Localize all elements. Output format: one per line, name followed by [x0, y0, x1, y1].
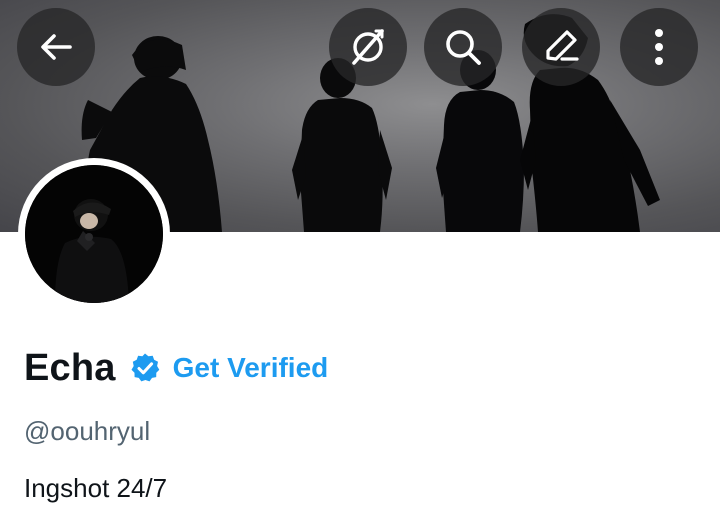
more-vertical-icon: [655, 29, 663, 65]
edit-button[interactable]: [522, 8, 600, 86]
display-name: Echa: [24, 346, 116, 389]
profile-screen: Echa Get Verified @oouhryul Ingshot 24/7: [0, 0, 720, 513]
avatar-photo: [25, 165, 163, 303]
grok-icon: [352, 29, 384, 65]
avatar-person-image: [25, 165, 163, 303]
back-arrow-icon: [41, 34, 72, 60]
verified-badge-icon[interactable]: [129, 352, 161, 384]
search-icon: [446, 30, 481, 65]
get-verified-link[interactable]: Get Verified: [173, 352, 329, 384]
avatar[interactable]: [18, 158, 170, 310]
profile-bio: Ingshot 24/7: [24, 473, 168, 503]
more-options-button[interactable]: [620, 8, 698, 86]
search-button[interactable]: [424, 8, 502, 86]
grok-button[interactable]: [329, 8, 407, 86]
back-button[interactable]: [17, 8, 95, 86]
edit-icon: [546, 30, 579, 61]
user-handle: @oouhryul: [24, 416, 151, 446]
name-row: Echa Get Verified: [24, 344, 328, 392]
